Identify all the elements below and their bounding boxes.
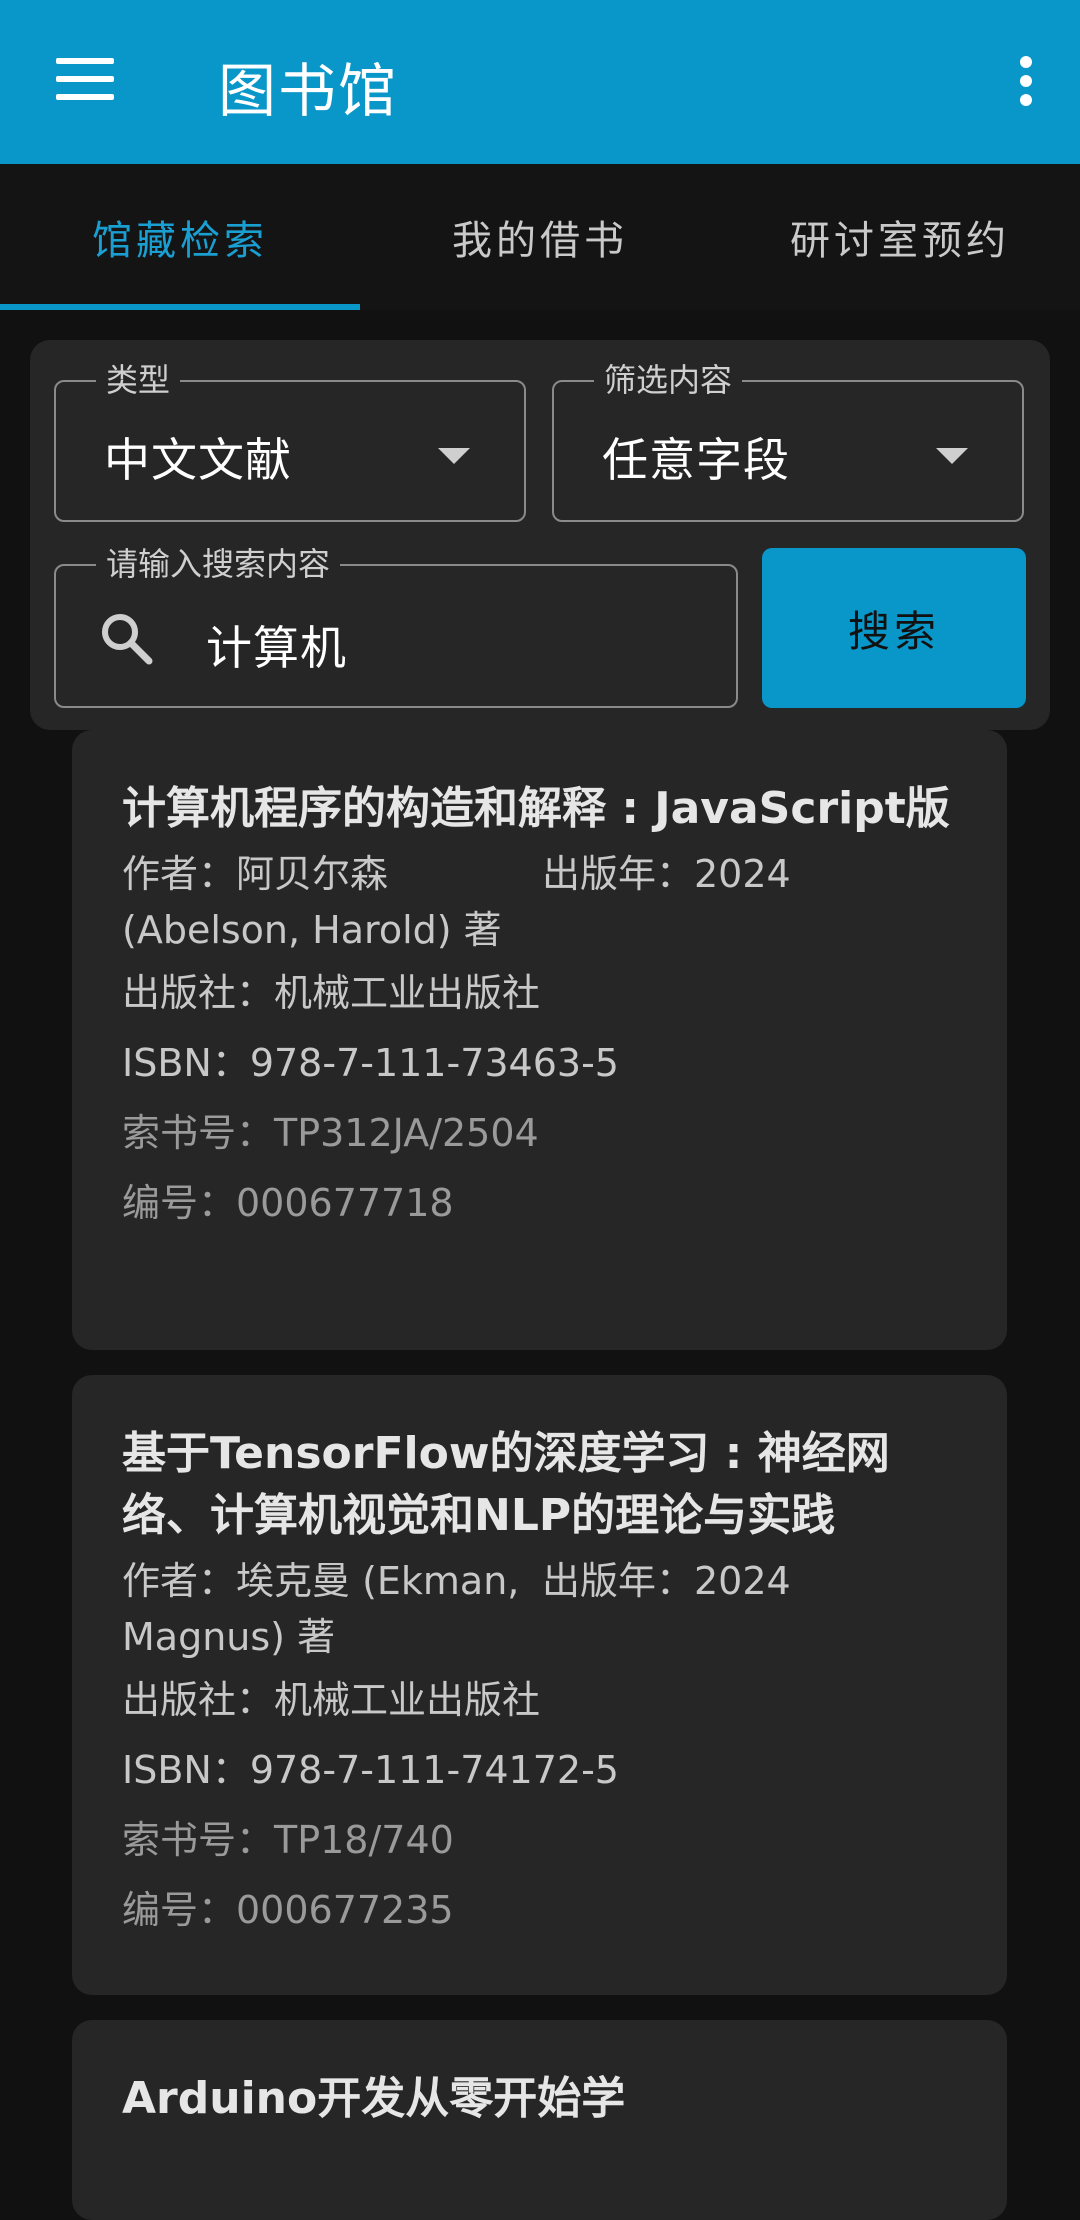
book-publisher: 出版社：机械工业出版社 [122, 1678, 541, 1722]
book-card[interactable]: 计算机程序的构造和解释 : JavaScript版 作者：阿贝尔森 (Abels… [72, 730, 1007, 1350]
filter-label: 筛选内容 [594, 360, 743, 400]
book-id: 编号：000677718 [122, 1181, 454, 1225]
filter-select[interactable]: 筛选内容 任意字段 [552, 360, 1024, 522]
tab-my-borrowings[interactable]: 我的借书 [360, 164, 720, 310]
type-label: 类型 [96, 360, 181, 400]
book-title: 基于TensorFlow的深度学习 : 神经网络、计算机视觉和NLP的理论与实践 [122, 1428, 890, 1541]
book-meta-row: 作者：阿贝尔森 (Abelson, Harold) 著 出版年：2024 [122, 846, 959, 958]
dropdown-arrow-icon [936, 448, 968, 464]
book-meta-row: 作者：埃克曼 (Ekman, Magnus) 著 出版年：2024 [122, 1553, 959, 1665]
book-card[interactable]: 基于TensorFlow的深度学习 : 神经网络、计算机视觉和NLP的理论与实践… [72, 1375, 1007, 1995]
book-call-number: 索书号：TP312JA/2504 [122, 1111, 539, 1155]
search-panel: 类型 中文文献 筛选内容 任意字段 请输入搜索内容 计算机 搜索 [30, 340, 1050, 730]
search-input-value: 计算机 [206, 621, 347, 675]
search-input-label: 请输入搜索内容 [96, 544, 341, 584]
book-id: 编号：000677235 [122, 1888, 454, 1932]
book-title: 计算机程序的构造和解释 : JavaScript版 [122, 783, 950, 834]
search-button[interactable]: 搜索 [762, 548, 1026, 708]
book-year: 出版年：2024 [542, 1559, 791, 1603]
book-author: 作者：阿贝尔森 (Abelson, Harold) 著 [122, 852, 502, 952]
type-value: 中文文献 [104, 433, 292, 487]
menu-icon[interactable] [56, 58, 114, 100]
book-isbn: ISBN：978-7-111-73463-5 [122, 1041, 619, 1085]
app-bar: 图书馆 [0, 0, 1080, 164]
book-author: 作者：埃克曼 (Ekman, Magnus) 著 [122, 1559, 520, 1659]
book-year: 出版年：2024 [542, 852, 791, 896]
book-card[interactable]: Arduino开发从零开始学 [72, 2020, 1007, 2220]
search-icon [102, 614, 153, 665]
tab-room-reservation[interactable]: 研讨室预约 [720, 164, 1080, 310]
dropdown-arrow-icon [438, 448, 470, 464]
more-vert-icon[interactable] [1012, 56, 1040, 106]
book-publisher: 出版社：机械工业出版社 [122, 971, 541, 1015]
tab-catalog-search[interactable]: 馆藏检索 [0, 164, 360, 310]
tab-bar: 馆藏检索 我的借书 研讨室预约 [0, 164, 1080, 310]
book-isbn: ISBN：978-7-111-74172-5 [122, 1748, 619, 1792]
search-input[interactable]: 请输入搜索内容 计算机 [54, 544, 738, 708]
book-call-number: 索书号：TP18/740 [122, 1818, 454, 1862]
filter-value: 任意字段 [602, 433, 790, 487]
book-title: Arduino开发从零开始学 [122, 2073, 626, 2124]
app-title: 图书馆 [218, 57, 399, 125]
type-select[interactable]: 类型 中文文献 [54, 360, 526, 522]
